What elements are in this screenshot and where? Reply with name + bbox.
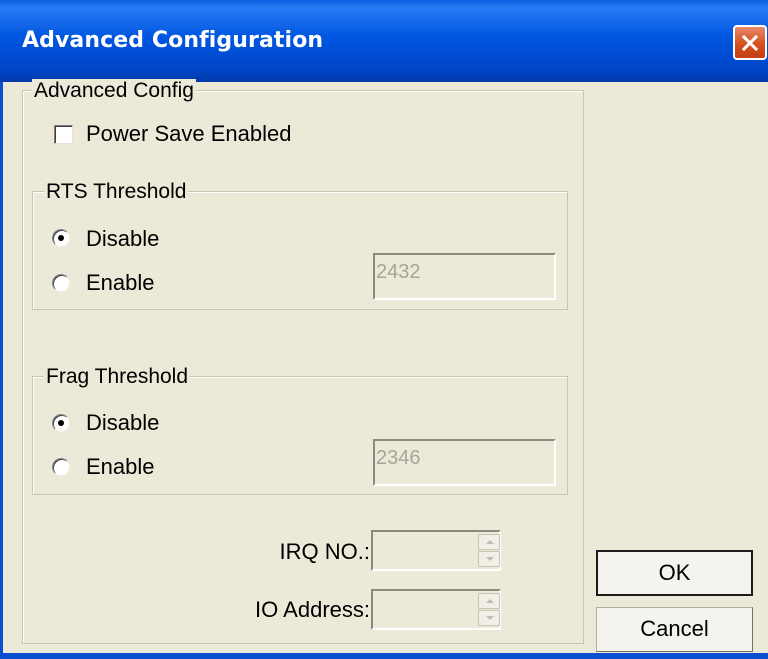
title-bar[interactable]: Advanced Configuration [0,0,768,82]
io-address-up-arrow-icon[interactable] [478,593,500,609]
window-title: Advanced Configuration [22,28,324,53]
irq-label: IRQ NO.: [279,539,370,564]
io-address-label: IO Address: [255,597,370,622]
io-address-down-arrow-icon[interactable] [478,610,500,626]
window-frame-left [0,82,3,659]
power-save-label: Power Save Enabled [86,121,292,146]
irq-down-arrow-icon[interactable] [478,551,500,567]
rts-disable-radio[interactable] [52,229,70,247]
frag-threshold-input[interactable]: 2346 [373,439,556,486]
window-frame-bottom [0,653,768,659]
close-button[interactable] [733,25,767,60]
rts-enable-label: Enable [86,270,155,295]
frag-enable-label: Enable [86,454,155,479]
rts-threshold-input[interactable]: 2432 [373,253,556,300]
rts-enable-radio[interactable] [52,274,70,292]
frag-disable-label: Disable [86,410,160,435]
frag-enable-radio[interactable] [52,458,70,476]
frag-disable-radio[interactable] [52,414,70,432]
advanced-config-legend: Advanced Config [32,79,196,103]
radio-selected-dot [58,235,64,241]
advanced-configuration-dialog: Advanced Configuration Advanced Config P… [0,0,768,659]
io-address-spin-box[interactable] [371,589,501,630]
irq-spin-box[interactable] [371,530,501,571]
irq-up-arrow-icon[interactable] [478,534,500,550]
rts-disable-label: Disable [86,226,160,251]
radio-selected-dot [58,420,64,426]
frag-threshold-legend: Frag Threshold [44,365,191,389]
power-save-checkbox[interactable] [54,125,73,144]
ok-button[interactable]: OK [596,550,753,596]
rts-threshold-legend: RTS Threshold [44,180,189,204]
cancel-button[interactable]: Cancel [596,607,753,652]
